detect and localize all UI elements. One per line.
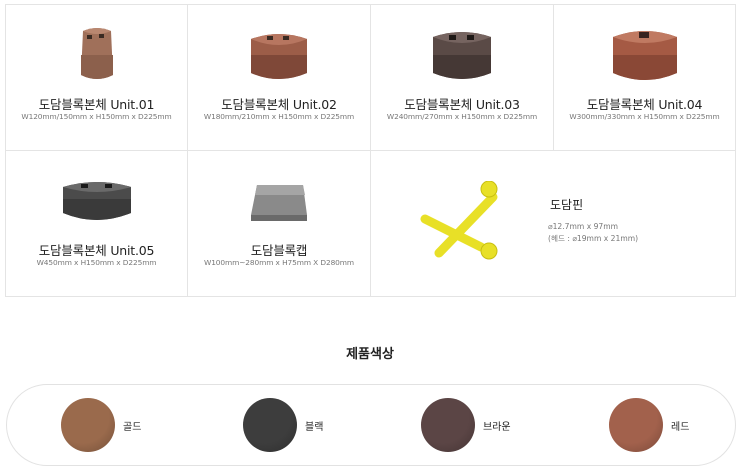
pin-head-1 xyxy=(480,181,498,198)
color-label: 블랙 xyxy=(305,421,324,433)
color-section-title: 제품색상 xyxy=(346,347,394,362)
product-name: 도담블록본체 Unit.04 xyxy=(586,97,703,112)
pin-image xyxy=(420,181,498,260)
product-spec: W450mm x H150mm x D225mm xyxy=(36,258,157,267)
color-option-brown[interactable]: 브라운 xyxy=(421,398,511,452)
product-spec: W300mm/330mm x H150mm x D225mm xyxy=(569,112,720,121)
product-name: 도담블록캡 xyxy=(250,243,308,258)
color-option-black[interactable]: 블랙 xyxy=(243,398,323,452)
product-card-unit01[interactable]: 도담블록본체 Unit.01 W120mm/150mm x H150mm x D… xyxy=(6,5,188,151)
color-label: 브라운 xyxy=(483,421,511,433)
color-option-gold[interactable]: 골드 xyxy=(61,398,141,452)
pin-name: 도담핀 xyxy=(550,198,584,212)
product-spec: W240mm/270mm x H150mm x D225mm xyxy=(386,112,538,121)
product-card-unit03[interactable]: 도담블록본체 Unit.03 W240mm/270mm x H150mm x D… xyxy=(371,5,554,151)
product-card-unit05[interactable]: 도담블록본체 Unit.05 W450mm x H150mm x D225mm xyxy=(6,151,188,297)
product-card-cap[interactable]: 도담블록캡 W100mm~280mm x H75mm X D280mm xyxy=(188,151,371,297)
block-unit02-image xyxy=(251,34,307,79)
pin-spec-line1: ⌀12.7mm x 97mm xyxy=(548,222,619,231)
product-name: 도담블록본체 Unit.01 xyxy=(38,97,155,112)
pin-spec: ⌀12.7mm x 97mm (헤드 : ⌀19mm x 21mm) xyxy=(548,221,638,245)
product-spec: W100mm~280mm x H75mm X D280mm xyxy=(203,258,354,267)
color-swatch xyxy=(609,398,663,452)
color-swatch xyxy=(243,398,297,452)
product-name: 도담블록본체 Unit.05 xyxy=(38,243,155,258)
pin-head-2 xyxy=(480,242,498,260)
color-panel: 골드 블랙 브라운 레드 xyxy=(6,384,736,466)
block-cap-image xyxy=(251,185,307,221)
product-name: 도담블록본체 Unit.03 xyxy=(404,97,520,112)
block-unit01-image xyxy=(80,28,113,79)
product-grid: 도담블록본체 Unit.01 W120mm/150mm x H150mm x D… xyxy=(5,4,736,297)
product-card-unit02[interactable]: 도담블록본체 Unit.02 W180mm/210mm x H150mm x D… xyxy=(188,5,371,151)
color-label: 레드 xyxy=(671,421,690,433)
product-spec: W180mm/210mm x H150mm x D225mm xyxy=(203,112,355,121)
color-swatch xyxy=(421,398,475,452)
color-label: 골드 xyxy=(123,421,142,433)
color-swatch xyxy=(61,398,115,452)
product-name: 도담블록본체 Unit.02 xyxy=(221,97,337,112)
pin-spec-line2: (헤드 : ⌀19mm x 21mm) xyxy=(548,234,639,243)
block-unit04-image xyxy=(612,31,677,80)
block-unit05-image xyxy=(62,182,131,220)
block-unit03-image xyxy=(433,32,491,79)
product-card-unit04[interactable]: 도담블록본체 Unit.04 W300mm/330mm x H150mm x D… xyxy=(554,5,735,151)
color-option-red[interactable]: 레드 xyxy=(609,398,689,452)
product-spec: W120mm/150mm x H150mm x D225mm xyxy=(21,112,172,121)
